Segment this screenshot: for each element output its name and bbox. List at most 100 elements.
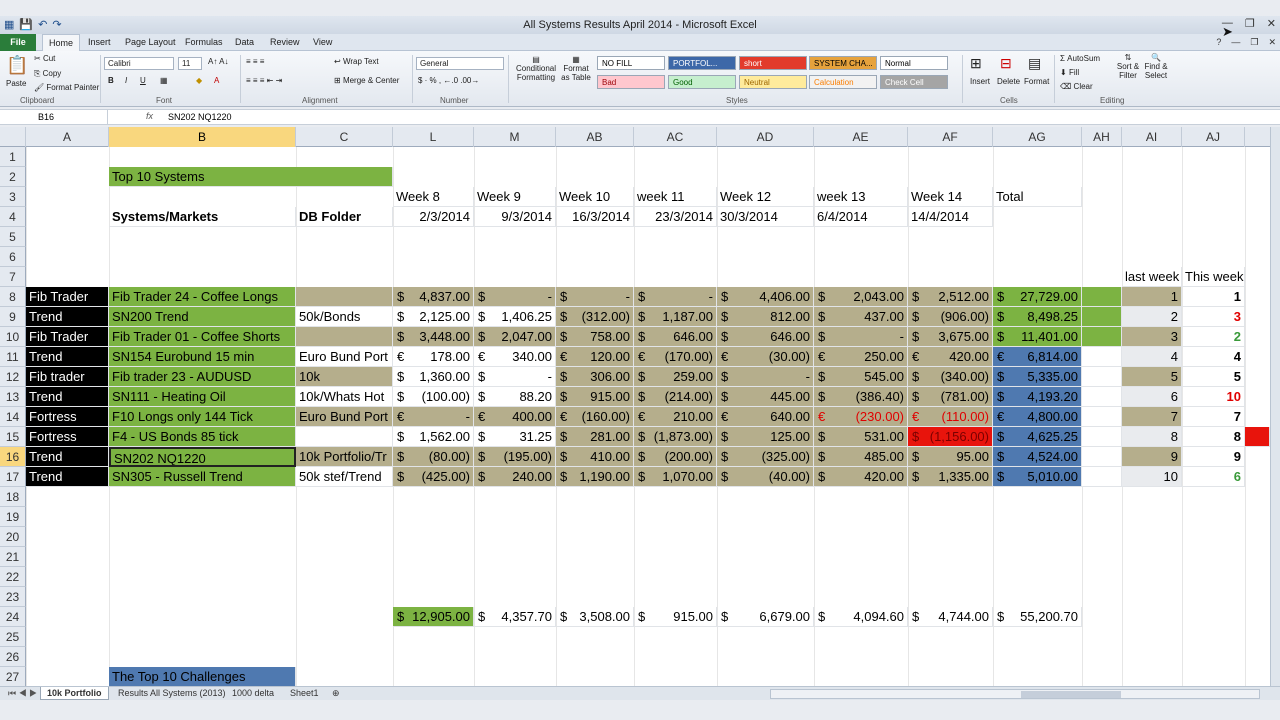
row-header[interactable]: 19 bbox=[0, 507, 26, 527]
autosum-button[interactable]: Σ AutoSum bbox=[1060, 54, 1100, 63]
column-header-ai[interactable]: AI bbox=[1122, 127, 1182, 147]
restore-icon[interactable]: ❐ bbox=[1250, 37, 1258, 48]
rank-this-week[interactable]: 8 bbox=[1182, 427, 1245, 447]
weekly-result[interactable]: € - bbox=[393, 407, 474, 427]
row-header[interactable]: 15 bbox=[0, 427, 26, 447]
row-header[interactable]: 11 bbox=[0, 347, 26, 367]
title-top-10-challenges[interactable]: The Top 10 Challenges bbox=[109, 667, 296, 686]
tab-review[interactable]: Review bbox=[270, 37, 300, 47]
rank-last-week[interactable]: 3 bbox=[1122, 327, 1182, 347]
system-name[interactable]: SN154 Eurobund 15 min bbox=[109, 347, 296, 367]
column-header-a[interactable]: A bbox=[26, 127, 109, 147]
total-result[interactable]: $27,729.00 bbox=[993, 287, 1082, 307]
column-header-ag[interactable]: AG bbox=[993, 127, 1082, 147]
weekly-result[interactable]: $125.00 bbox=[717, 427, 814, 447]
rank-this-week[interactable]: 5 bbox=[1182, 367, 1245, 387]
rank-last-week[interactable]: 10 bbox=[1122, 467, 1182, 487]
style-neutral[interactable]: Neutral bbox=[739, 75, 807, 89]
system-type[interactable]: Fortress bbox=[26, 407, 109, 427]
title-top-10-systems[interactable]: Top 10 Systems bbox=[109, 167, 393, 187]
bold-button[interactable]: B bbox=[108, 76, 114, 85]
weekly-result[interactable]: $ - bbox=[556, 287, 634, 307]
system-type[interactable]: Trend bbox=[26, 347, 109, 367]
system-name[interactable]: Fib Trader 24 - Coffee Longs bbox=[109, 287, 296, 307]
sheet-tab-1000-delta[interactable]: 1000 delta bbox=[226, 687, 280, 700]
paste-icon[interactable]: 📋 bbox=[6, 55, 28, 76]
weekly-result[interactable]: $2,512.00 bbox=[908, 287, 993, 307]
column-header-c[interactable]: C bbox=[296, 127, 393, 147]
weekly-result[interactable]: €340.00 bbox=[474, 347, 556, 367]
style-calculation[interactable]: Calculation bbox=[809, 75, 877, 89]
grand-total[interactable]: $55,200.70 bbox=[993, 607, 1082, 627]
weekly-result[interactable]: $ - bbox=[814, 327, 908, 347]
rank-this-week[interactable]: 3 bbox=[1182, 307, 1245, 327]
column-header-ad[interactable]: AD bbox=[717, 127, 814, 147]
db-folder[interactable] bbox=[296, 327, 393, 347]
cell[interactable] bbox=[1082, 367, 1122, 387]
weekly-total[interactable]: $6,679.00 bbox=[717, 607, 814, 627]
sheet-tab-10k-portfolio[interactable]: 10k Portfolio bbox=[40, 687, 109, 700]
weekly-result[interactable]: € (30.00) bbox=[717, 347, 814, 367]
weekly-result[interactable]: $95.00 bbox=[908, 447, 993, 467]
align-left-icon[interactable]: ≡ ≡ ≡ ⇤ ⇥ bbox=[246, 76, 282, 85]
name-box[interactable]: B16 bbox=[0, 110, 108, 125]
rank-last-week[interactable]: 1 bbox=[1122, 287, 1182, 307]
style-no-fill[interactable]: NO FILL bbox=[597, 56, 665, 70]
week-date[interactable]: 2/3/2014 bbox=[393, 207, 474, 227]
format-cells-button[interactable]: Format bbox=[1024, 77, 1049, 86]
weekly-result[interactable]: $4,837.00 bbox=[393, 287, 474, 307]
italic-button[interactable]: I bbox=[125, 76, 127, 85]
system-type[interactable]: Trend bbox=[26, 467, 109, 487]
weekly-result[interactable]: $ - bbox=[634, 287, 717, 307]
weekly-result[interactable]: $531.00 bbox=[814, 427, 908, 447]
total-result[interactable]: €6,814.00 bbox=[993, 347, 1082, 367]
weekly-result[interactable]: $2,125.00 bbox=[393, 307, 474, 327]
weekly-result[interactable]: $240.00 bbox=[474, 467, 556, 487]
format-as-table-button[interactable]: ▦ Format as Table bbox=[560, 55, 592, 82]
weekly-result[interactable]: $ (40.00) bbox=[717, 467, 814, 487]
currency-icon[interactable]: $ · % , ←.0 .00→ bbox=[418, 76, 479, 85]
weekly-result[interactable]: $ (200.00) bbox=[634, 447, 717, 467]
weekly-result[interactable]: $485.00 bbox=[814, 447, 908, 467]
weekly-result[interactable]: $ (1,873.00) bbox=[634, 427, 717, 447]
row-header[interactable]: 8 bbox=[0, 287, 26, 307]
weekly-result[interactable]: $ - bbox=[717, 367, 814, 387]
rank-this-week[interactable]: 9 bbox=[1182, 447, 1245, 467]
week-header[interactable]: Week 12 bbox=[717, 187, 814, 207]
select-all-corner[interactable] bbox=[0, 127, 26, 147]
total-result[interactable]: $11,401.00 bbox=[993, 327, 1082, 347]
weekly-result[interactable]: $646.00 bbox=[634, 327, 717, 347]
rank-last-week[interactable]: 8 bbox=[1122, 427, 1182, 447]
system-type[interactable]: Fib Trader bbox=[26, 287, 109, 307]
system-name[interactable]: Fib trader 23 - AUDUSD bbox=[109, 367, 296, 387]
weekly-result[interactable]: $545.00 bbox=[814, 367, 908, 387]
db-folder[interactable]: Euro Bund Port bbox=[296, 347, 393, 367]
column-header-ah[interactable]: AH bbox=[1082, 127, 1122, 147]
week-header[interactable]: Week 9 bbox=[474, 187, 556, 207]
weekly-result[interactable]: €210.00 bbox=[634, 407, 717, 427]
row-header[interactable]: 12 bbox=[0, 367, 26, 387]
rank-this-week[interactable]: 6 bbox=[1182, 467, 1245, 487]
weekly-result[interactable]: € (170.00) bbox=[634, 347, 717, 367]
row-header[interactable]: 9 bbox=[0, 307, 26, 327]
style-normal[interactable]: Normal bbox=[880, 56, 948, 70]
rank-this-week[interactable]: 7 bbox=[1182, 407, 1245, 427]
weekly-result[interactable]: $1,360.00 bbox=[393, 367, 474, 387]
rank-last-week[interactable]: 9 bbox=[1122, 447, 1182, 467]
weekly-result[interactable]: $281.00 bbox=[556, 427, 634, 447]
sort-filter-button[interactable]: ⇅ Sort & Filter bbox=[1114, 53, 1142, 80]
total-result[interactable]: $5,335.00 bbox=[993, 367, 1082, 387]
weekly-result[interactable]: $1,406.25 bbox=[474, 307, 556, 327]
fill-button[interactable]: ⬇ Fill bbox=[1060, 68, 1079, 77]
db-folder[interactable]: 10k/Whats Hot bbox=[296, 387, 393, 407]
style-portfolio[interactable]: PORTFOL... bbox=[668, 56, 736, 70]
font-size-combo[interactable]: 11 bbox=[178, 57, 202, 70]
cell[interactable] bbox=[1082, 327, 1122, 347]
tab-insert[interactable]: Insert bbox=[88, 37, 111, 47]
weekly-result[interactable]: $ (781.00) bbox=[908, 387, 993, 407]
cut-button[interactable]: ✂ Cut bbox=[34, 54, 55, 63]
rank-last-week[interactable]: 4 bbox=[1122, 347, 1182, 367]
system-type[interactable]: Fib trader bbox=[26, 367, 109, 387]
cell[interactable] bbox=[1082, 387, 1122, 407]
delete-cells-icon[interactable]: ⊟ bbox=[1000, 55, 1012, 72]
